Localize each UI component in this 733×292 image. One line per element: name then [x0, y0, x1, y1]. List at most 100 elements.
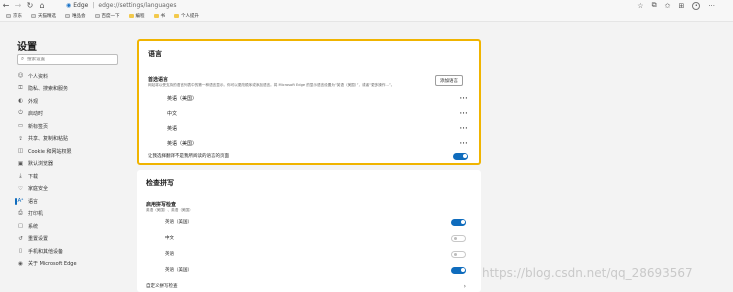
settings-sidebar: 设置 ⌕ ☺ 个人资料 ⚿ 隐私、搜索和服务 ◐ 外观 ⏻ 启动时 ▭ 新标签页 ⇪ 共享、复制和粘贴… — [0, 22, 128, 292]
spellcheck-row: 英语（美国） — [146, 218, 466, 226]
bookmark-item[interactable]: 个人提升 — [174, 13, 199, 19]
spellcheck-toggle[interactable] — [451, 234, 466, 242]
bookmark-item[interactable]: 天猫精选 — [31, 13, 56, 19]
sidebar-item[interactable]: ☺ 个人资料 — [17, 70, 127, 83]
browser-icon: ▣ — [17, 160, 24, 167]
more-menu-icon[interactable]: ··· — [708, 2, 715, 10]
page-icon — [31, 14, 36, 18]
languages-title: 语言 — [148, 50, 162, 58]
edge-icon: ◉ — [18, 260, 23, 267]
bookmark-item[interactable]: 编程 — [128, 13, 145, 19]
collections-icon[interactable]: ⧉ — [652, 1, 657, 10]
sidebar-item[interactable]: ▢ 系统 — [17, 220, 127, 233]
sidebar-item[interactable]: ◫ Cookie 和网站权限 — [17, 145, 127, 158]
tab-icon: ▭ — [17, 123, 24, 130]
sidebar-item-label: Cookie 和网站权限 — [28, 148, 72, 155]
add-language-button[interactable]: 添加语言 — [435, 75, 463, 86]
preferred-languages-desc: 网站将以受支持的语言列表中的第一种语言显示。你可以更改顺序或添加语言。将 Mic… — [148, 83, 395, 87]
sidebar-item[interactable]: ▭ 新标签页 — [17, 120, 127, 133]
language-row: 中文 ··· — [148, 109, 468, 117]
extensions-icon[interactable]: ⊞ — [678, 2, 684, 10]
sidebar-item[interactable]: ⏻ 启动时 — [17, 108, 127, 121]
sidebar-item-label: 打印机 — [28, 211, 44, 218]
sidebar-item[interactable]: ⎙ 打印机 — [17, 208, 127, 221]
bookmark-item[interactable]: 书 — [153, 13, 166, 19]
sidebar-item-label: 关于 Microsoft Edge — [28, 261, 77, 268]
sidebar-item-label: 默认浏览器 — [28, 161, 54, 168]
sidebar-item-label: 共享、复制和粘贴 — [28, 136, 69, 143]
spellcheck-toggle[interactable] — [451, 218, 466, 226]
custom-spellcheck-label: 自定义拼写检查 — [146, 284, 178, 289]
spellcheck-row: 中文 — [146, 234, 466, 242]
toolbar-right: ☆ ⧉ ✩ ⊞ • ··· — [637, 0, 715, 11]
language-icon: Aᵃ — [17, 198, 24, 205]
enable-spellcheck-label: 启用拼写检查 — [146, 202, 177, 208]
translate-offer-row: 让我选择翻译不是我所阅读的语言的页面 — [148, 152, 468, 160]
lock-icon: ⚿ — [18, 85, 23, 92]
favorite-star-icon[interactable]: ☆ — [637, 2, 643, 10]
spellcheck-language-name: 英语（美国） — [165, 220, 192, 225]
sidebar-item[interactable]: Aᵃ 语言 — [15, 195, 127, 208]
back-icon[interactable]: ← — [0, 0, 12, 11]
cookie-icon: ◫ — [17, 148, 24, 155]
family-icon: ♡ — [18, 185, 23, 192]
spellcheck-card: 检查拼写 启用拼写检查 英语（美国）、英语（美国） 英语（美国） 中文 英语 英… — [137, 170, 481, 292]
custom-spellcheck-row[interactable]: 自定义拼写检查 › — [146, 282, 466, 290]
home-icon[interactable]: ⌂ — [36, 0, 48, 11]
enable-spellcheck-sub: 英语（美国）、英语（美国） — [146, 208, 193, 212]
spellcheck-language-name: 中文 — [165, 236, 174, 241]
address-path: edge://settings/languages — [98, 2, 177, 9]
bookmark-item[interactable]: 百度一下 — [94, 13, 120, 19]
sidebar-item-label: 下载 — [28, 173, 39, 180]
sidebar-item[interactable]: ⚿ 隐私、搜索和服务 — [17, 83, 127, 96]
profile-icon[interactable]: • — [692, 1, 701, 10]
more-options-icon[interactable]: ··· — [460, 125, 468, 132]
sidebar-item[interactable]: ↺ 重置设置 — [17, 233, 127, 246]
folder-icon — [128, 14, 134, 18]
search-input[interactable] — [27, 57, 113, 62]
bookmark-item[interactable]: 唯品会 — [65, 13, 86, 19]
sidebar-item-label: 重置设置 — [28, 236, 49, 243]
sidebar-item-label: 启动时 — [28, 111, 44, 118]
forward-icon[interactable]: → — [12, 0, 24, 11]
sidebar-item[interactable]: ◉ 关于 Microsoft Edge — [17, 258, 127, 271]
sidebar-item-label: 家庭安全 — [28, 186, 49, 193]
address-separator: | — [92, 2, 95, 9]
palette-icon: ◐ — [18, 98, 23, 105]
sidebar-item[interactable]: ♡ 家庭安全 — [17, 183, 127, 196]
language-row: 英语 ··· — [148, 124, 468, 132]
spellcheck-row: 英语（美国） — [146, 266, 466, 274]
browser-toolbar: ← → ↻ ⌂ ◉ Edge | edge://settings/languag… — [0, 0, 733, 11]
folder-icon — [174, 14, 179, 18]
bookmark-label: 百度一下 — [101, 14, 120, 19]
sidebar-item[interactable]: ▯ 手机和其他设备 — [17, 245, 127, 258]
sidebar-item[interactable]: ▣ 默认浏览器 — [17, 158, 127, 171]
favorites-icon[interactable]: ✩ — [665, 2, 671, 10]
address-bar[interactable]: ◉ Edge | edge://settings/languages — [66, 1, 176, 10]
sidebar-item[interactable]: ◐ 外观 — [17, 95, 127, 108]
translate-offer-toggle[interactable] — [453, 152, 468, 160]
sidebar-item[interactable]: ⤓ 下载 — [17, 170, 127, 183]
bookmark-label: 书 — [160, 14, 166, 19]
spellcheck-language-name: 英语 — [165, 252, 174, 257]
bookmark-label: 天猫精选 — [38, 14, 56, 19]
sidebar-item-label: 手机和其他设备 — [28, 248, 64, 255]
spellcheck-title: 检查拼写 — [146, 179, 174, 187]
more-options-icon[interactable]: ··· — [460, 110, 468, 117]
spellcheck-toggle[interactable] — [451, 266, 466, 274]
reset-icon: ↺ — [18, 235, 23, 242]
refresh-icon[interactable]: ↻ — [24, 0, 36, 11]
bookmark-label: 唯品会 — [72, 14, 86, 19]
bookmark-label: 京东 — [13, 14, 22, 19]
search-box[interactable]: ⌕ — [17, 54, 118, 65]
spellcheck-language-name: 英语（美国） — [165, 268, 192, 273]
language-row: 英语（美国） ··· — [148, 94, 468, 102]
language-name: 英语（美国） — [167, 140, 198, 147]
bookmark-item[interactable]: 京东 — [6, 13, 22, 19]
sidebar-item[interactable]: ⇪ 共享、复制和粘贴 — [17, 133, 127, 146]
more-options-icon[interactable]: ··· — [460, 95, 468, 102]
spellcheck-toggle[interactable] — [451, 250, 466, 258]
sidebar-item-label: 新标签页 — [28, 123, 49, 130]
sidebar-item-label: 外观 — [28, 98, 39, 105]
more-options-icon[interactable]: ··· — [460, 140, 468, 147]
